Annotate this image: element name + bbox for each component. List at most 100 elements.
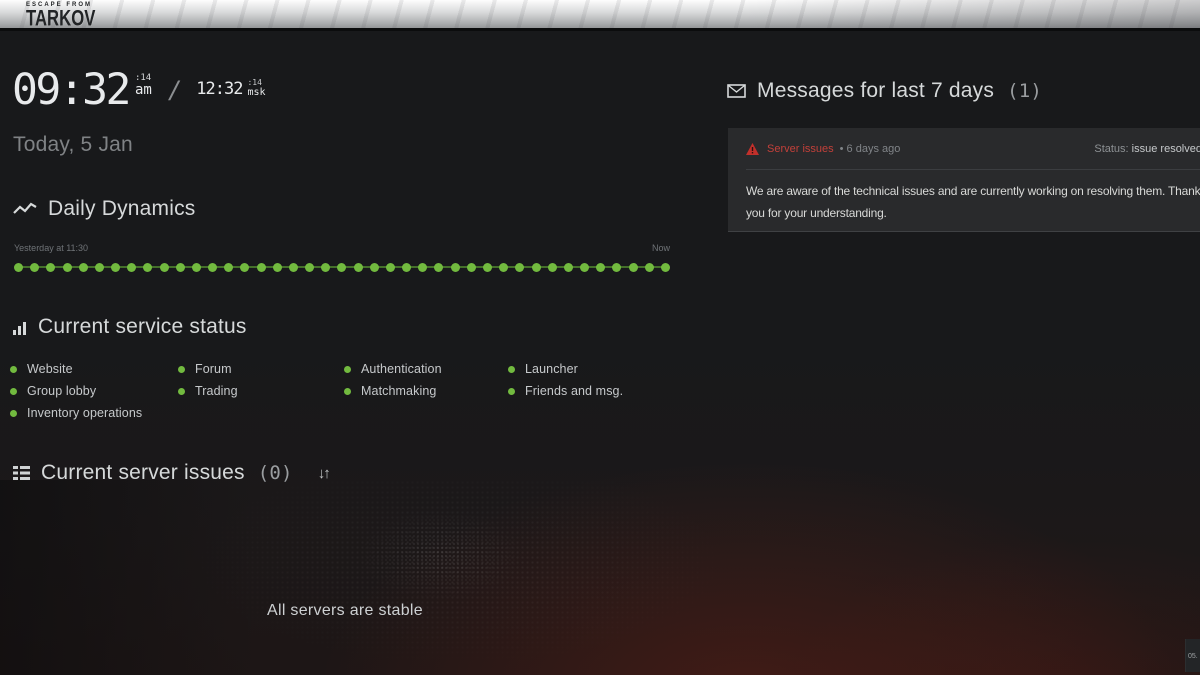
service-status-column: Forum Trading xyxy=(178,358,344,424)
timeline-start-label: Yesterday at 11:30 xyxy=(14,243,88,253)
service-status-label: Launcher xyxy=(525,362,578,376)
status-dot[interactable] xyxy=(321,263,330,272)
server-issues-title: Current server issues xyxy=(41,461,245,485)
bar-chart-icon xyxy=(13,320,27,335)
daily-dynamics-title: Daily Dynamics xyxy=(48,197,196,221)
red-glow xyxy=(260,430,1200,675)
status-dot[interactable] xyxy=(289,263,298,272)
envelope-icon xyxy=(727,84,746,98)
service-status-grid: Website Group lobby Inventory operations Fo… xyxy=(10,358,623,424)
status-dot[interactable] xyxy=(499,263,508,272)
status-dot[interactable] xyxy=(257,263,266,272)
messages-heading: Messages for last 7 days (1) xyxy=(727,79,1042,103)
daily-dynamics-heading: Daily Dynamics xyxy=(13,197,196,221)
status-bullet-icon xyxy=(508,366,515,373)
status-dot[interactable] xyxy=(305,263,314,272)
status-dot[interactable] xyxy=(645,263,654,272)
messages-title: Messages for last 7 days xyxy=(757,79,994,103)
server-list-icon xyxy=(13,466,30,480)
left-vignette xyxy=(0,480,260,675)
status-dot[interactable] xyxy=(532,263,541,272)
status-dot[interactable] xyxy=(63,263,72,272)
service-status-column: Launcher Friends and msg. xyxy=(508,358,623,424)
status-bullet-icon xyxy=(10,388,17,395)
status-dot[interactable] xyxy=(564,263,573,272)
local-time: 09:32 xyxy=(12,70,129,110)
service-status-label: Trading xyxy=(195,384,238,398)
clock: 09:32 :14 am / 12:32 :14 msk xyxy=(12,70,266,110)
status-dot[interactable] xyxy=(418,263,427,272)
status-dot[interactable] xyxy=(160,263,169,272)
logo-tarkov-text: TARKOV xyxy=(26,8,95,30)
status-dot[interactable] xyxy=(612,263,621,272)
status-dot[interactable] xyxy=(208,263,217,272)
status-dot[interactable] xyxy=(483,263,492,272)
service-status-label: Friends and msg. xyxy=(525,384,623,398)
warning-triangle-icon xyxy=(746,143,759,155)
status-dot[interactable] xyxy=(451,263,460,272)
status-dot[interactable] xyxy=(402,263,411,272)
status-dot[interactable] xyxy=(143,263,152,272)
date-label: Today, 5 Jan xyxy=(13,133,133,157)
status-dot[interactable] xyxy=(224,263,233,272)
status-dot[interactable] xyxy=(273,263,282,272)
status-dot[interactable] xyxy=(79,263,88,272)
status-dot[interactable] xyxy=(111,263,120,272)
service-status-item: Forum xyxy=(178,358,344,380)
status-dot[interactable] xyxy=(337,263,346,272)
message-body: We are aware of the technical issues and… xyxy=(746,180,1200,224)
timeline-labels: Yesterday at 11:30 Now xyxy=(14,243,670,253)
message-card[interactable]: Server issues • 6 days ago Status: issue… xyxy=(728,128,1200,232)
escape-from-tarkov-logo[interactable]: ESCAPE FROM TARKOV xyxy=(26,2,105,27)
service-status-item: Inventory operations xyxy=(10,402,178,424)
status-dot[interactable] xyxy=(14,263,23,272)
red-glow-secondary xyxy=(760,520,1200,675)
server-issues-count: (0) xyxy=(258,462,293,484)
msk-zone-label: msk xyxy=(247,87,265,98)
status-dot[interactable] xyxy=(467,263,476,272)
sort-button[interactable]: ↓↑ xyxy=(318,465,329,482)
trend-line-icon xyxy=(13,201,37,217)
status-dot[interactable] xyxy=(515,263,524,272)
top-bar-grunge xyxy=(0,0,1200,28)
status-dot[interactable] xyxy=(95,263,104,272)
status-dot[interactable] xyxy=(370,263,379,272)
status-dot[interactable] xyxy=(629,263,638,272)
service-status-label: Forum xyxy=(195,362,232,376)
top-bar: ESCAPE FROM TARKOV xyxy=(0,0,1200,31)
status-dot[interactable] xyxy=(354,263,363,272)
status-dot[interactable] xyxy=(176,263,185,272)
message-status-label: Status: xyxy=(1094,143,1128,155)
service-status-label: Matchmaking xyxy=(361,384,436,398)
status-dot[interactable] xyxy=(434,263,443,272)
status-dot[interactable] xyxy=(46,263,55,272)
message-category: Server issues xyxy=(767,143,834,155)
status-bullet-icon xyxy=(178,366,185,373)
service-status-heading: Current service status xyxy=(13,315,247,339)
service-status-label: Inventory operations xyxy=(27,406,142,420)
status-dot[interactable] xyxy=(548,263,557,272)
halftone-texture xyxy=(190,480,750,675)
status-dot[interactable] xyxy=(580,263,589,272)
local-meridiem: am xyxy=(135,83,152,98)
time-separator: / xyxy=(168,78,182,102)
status-dot[interactable] xyxy=(240,263,249,272)
server-issues-heading: Current server issues (0) ↓↑ xyxy=(13,461,329,485)
status-dot[interactable] xyxy=(661,263,670,272)
service-status-label: Website xyxy=(27,362,73,376)
service-status-item: Launcher xyxy=(508,358,623,380)
msk-time: 12:32 xyxy=(196,80,242,98)
messages-count: (1) xyxy=(1007,80,1042,102)
status-dot[interactable] xyxy=(192,263,201,272)
service-status-label: Group lobby xyxy=(27,384,96,398)
message-status: Status: issue resolved xyxy=(1094,143,1200,155)
msk-seconds: :14 xyxy=(247,78,265,87)
status-dot[interactable] xyxy=(30,263,39,272)
status-dot[interactable] xyxy=(596,263,605,272)
status-bullet-icon xyxy=(344,366,351,373)
status-dot[interactable] xyxy=(386,263,395,272)
status-bullet-icon xyxy=(344,388,351,395)
message-status-value: issue resolved xyxy=(1132,143,1200,155)
status-dot[interactable] xyxy=(127,263,136,272)
service-status-item: Friends and msg. xyxy=(508,380,623,402)
